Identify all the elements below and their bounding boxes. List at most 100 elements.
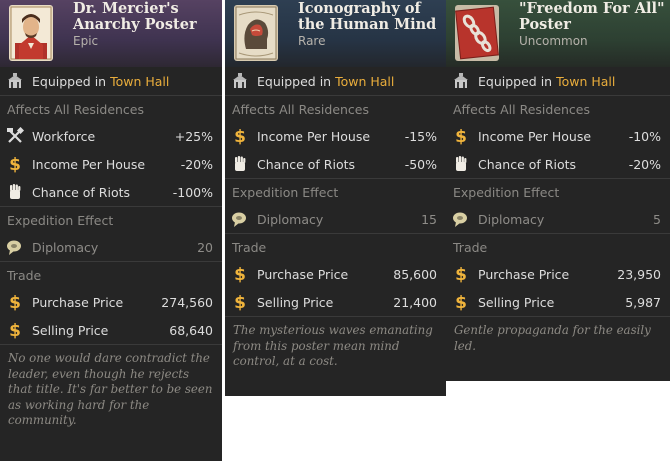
card-description: Gentle propaganda for the easily led. [446, 316, 670, 358]
equipped-row: Equipped in Town Hall [225, 67, 446, 96]
town-hall-icon [452, 72, 470, 90]
expedition-row-diplomacy: Diplomacy 5 [446, 205, 670, 233]
diplomacy-icon [231, 210, 249, 228]
svg-text:$: $ [455, 265, 467, 283]
svg-text:$: $ [9, 321, 21, 339]
rarity-label: Rare [298, 34, 326, 48]
effect-value: -10% [628, 128, 661, 144]
diplomacy-icon [6, 238, 24, 256]
expedition-section-label: Expedition Effect [446, 178, 670, 205]
expedition-row-diplomacy: Diplomacy 20 [0, 233, 222, 261]
equipped-label: Equipped in [257, 73, 332, 89]
expedition-name: Diplomacy [478, 211, 545, 227]
trade-row-selling: $ Selling Price 5,987 [446, 288, 670, 316]
riots-icon [452, 155, 470, 173]
trade-value: 85,600 [393, 266, 437, 282]
trade-section-label: Trade [225, 233, 446, 260]
trade-name: Purchase Price [32, 294, 124, 310]
effect-name: Income Per House [32, 156, 146, 172]
effect-row-riots: Chance of Riots -50% [225, 150, 446, 178]
svg-text:$: $ [234, 293, 246, 311]
trade-row-purchase: $ Purchase Price 23,950 [446, 260, 670, 288]
trade-name: Purchase Price [257, 266, 349, 282]
effect-value: -20% [180, 156, 213, 172]
card-description: No one would dare contradict the leader,… [0, 344, 222, 433]
equipped-location[interactable]: Town Hall [335, 74, 394, 89]
effect-name: Workforce [32, 128, 96, 144]
effect-row-income: $ Income Per House -15% [225, 122, 446, 150]
equipped-location[interactable]: Town Hall [110, 74, 169, 89]
trade-name: Selling Price [32, 322, 109, 338]
town-hall-icon [6, 72, 24, 90]
expedition-section-label: Expedition Effect [0, 206, 222, 233]
affects-section-label: Affects All Residences [232, 101, 370, 117]
item-card-iconography: Iconography of the Human Mind Rare Equip… [225, 0, 446, 396]
expedition-value: 20 [197, 239, 213, 255]
affects-section-label: Affects All Residences [453, 101, 591, 117]
income-icon: $ [452, 265, 470, 283]
expedition-name: Diplomacy [32, 239, 99, 255]
income-icon: $ [231, 265, 249, 283]
card-title: Iconography of the Human Mind [298, 0, 437, 33]
workforce-icon [6, 127, 24, 145]
trade-value: 68,640 [169, 322, 213, 338]
expedition-section-label: Expedition Effect [225, 178, 446, 205]
equipped-row: Equipped in Town Hall [0, 67, 222, 96]
trade-name: Selling Price [257, 294, 334, 310]
trade-value: 274,560 [161, 294, 213, 310]
effect-value: -50% [404, 156, 437, 172]
riots-icon [231, 155, 249, 173]
card-title: Dr. Mercier's Anarchy Poster [73, 0, 197, 33]
brain-poster-icon [234, 5, 278, 61]
portrait-poster-icon [9, 5, 53, 61]
diplomacy-icon [452, 210, 470, 228]
effect-value: -15% [404, 128, 437, 144]
svg-text:$: $ [455, 293, 467, 311]
income-icon: $ [6, 155, 24, 173]
effect-row-income: $ Income Per House -20% [0, 150, 222, 178]
trade-section-label: Trade [446, 233, 670, 260]
equipped-location[interactable]: Town Hall [556, 74, 615, 89]
effect-name: Income Per House [478, 128, 592, 144]
expedition-value: 5 [653, 211, 661, 227]
card-description: The mysterious waves emanating from this… [225, 316, 446, 374]
income-icon: $ [231, 127, 249, 145]
income-icon: $ [452, 293, 470, 311]
equipped-label: Equipped in [478, 73, 553, 89]
chain-poster-icon [455, 5, 499, 61]
item-card-anarchy-poster: Dr. Mercier's Anarchy Poster Epic Equipp… [0, 0, 222, 461]
equipped-label: Equipped in [32, 73, 107, 89]
expedition-name: Diplomacy [257, 211, 324, 227]
trade-row-selling: $ Selling Price 68,640 [0, 316, 222, 344]
trade-name: Purchase Price [478, 266, 570, 282]
trade-value: 5,987 [625, 294, 661, 310]
equipped-row: Equipped in Town Hall [446, 67, 670, 96]
trade-row-selling: $ Selling Price 21,400 [225, 288, 446, 316]
svg-text:$: $ [9, 155, 21, 173]
effect-name: Chance of Riots [257, 156, 356, 172]
trade-value: 21,400 [393, 294, 437, 310]
effect-name: Chance of Riots [32, 184, 131, 200]
card-header: Iconography of the Human Mind Rare [225, 0, 446, 67]
expedition-value: 15 [421, 211, 437, 227]
rarity-label: Epic [73, 34, 99, 48]
effect-row-income: $ Income Per House -10% [446, 122, 670, 150]
effect-row-riots: Chance of Riots -20% [446, 150, 670, 178]
town-hall-icon [231, 72, 249, 90]
svg-text:$: $ [234, 265, 246, 283]
riots-icon [6, 183, 24, 201]
affects-section-label: Affects All Residences [7, 101, 145, 117]
effect-value: -100% [172, 184, 213, 200]
svg-text:$: $ [9, 293, 21, 311]
trade-value: 23,950 [617, 266, 661, 282]
svg-text:$: $ [455, 127, 467, 145]
card-header: Dr. Mercier's Anarchy Poster Epic [0, 0, 222, 67]
income-icon: $ [6, 293, 24, 311]
card-header: "Freedom For All" Poster Uncommon [446, 0, 670, 67]
card-title: "Freedom For All" Poster [519, 0, 665, 33]
effect-row-riots: Chance of Riots -100% [0, 178, 222, 206]
trade-section-label: Trade [0, 261, 222, 288]
trade-row-purchase: $ Purchase Price 85,600 [225, 260, 446, 288]
effect-row-workforce: Workforce +25% [0, 122, 222, 150]
income-icon: $ [6, 321, 24, 339]
